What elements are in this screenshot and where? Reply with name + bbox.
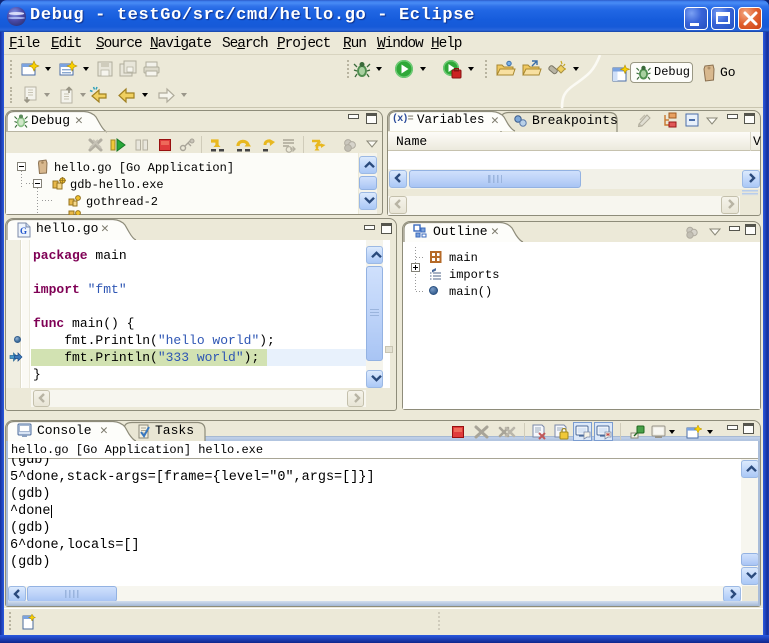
svg-text:G: G	[20, 226, 27, 236]
